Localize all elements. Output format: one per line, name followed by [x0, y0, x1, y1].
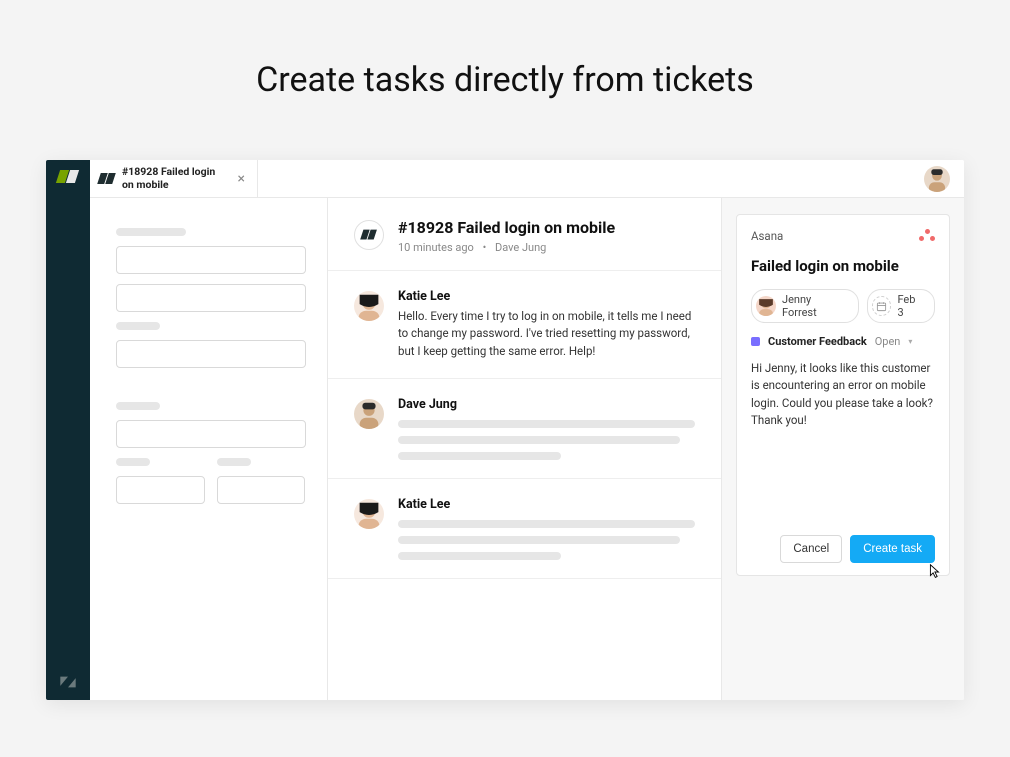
ticket-meta: 10 minutes ago • Dave Jung [398, 241, 615, 254]
asana-assignee-chip[interactable]: Jenny Forrest [751, 289, 859, 323]
avatar [354, 499, 384, 529]
asana-due-date: Feb 3 [897, 293, 924, 319]
ticket-tab[interactable]: #18928 Failed login on mobile × [90, 160, 258, 197]
create-task-button[interactable]: Create task [850, 535, 935, 563]
message-author: Dave Jung [398, 397, 695, 412]
current-user-avatar[interactable] [924, 166, 950, 192]
cursor-pointer-icon [925, 563, 943, 581]
asana-logo-icon [919, 229, 935, 243]
conversation-message: Katie Lee Hello. Every time I try to log… [328, 271, 721, 379]
project-color-swatch [751, 337, 760, 346]
asana-provider-label: Asana [751, 229, 783, 243]
conversation-message: Katie Lee [328, 479, 721, 579]
ticket-source-icon [354, 220, 384, 250]
ticket-properties-panel [90, 198, 328, 700]
field-label-placeholder [116, 228, 186, 236]
field-input-placeholder[interactable] [116, 476, 205, 504]
avatar [354, 291, 384, 321]
field-input-placeholder[interactable] [116, 340, 306, 368]
field-label-placeholder [116, 458, 150, 466]
asana-due-date-chip[interactable]: Feb 3 [867, 289, 935, 323]
message-text-placeholder [398, 420, 695, 460]
conversation-message: Dave Jung [328, 379, 721, 479]
asana-create-task-card: Asana Failed login on mobile Jenny Forre… [736, 214, 950, 576]
close-tab-icon[interactable]: × [234, 171, 249, 187]
message-author: Katie Lee [398, 289, 695, 304]
field-label-placeholder [116, 402, 160, 410]
asana-project-row[interactable]: Customer Feedback Open ▾ [751, 335, 935, 348]
zendesk-app-window: #18928 Failed login on mobile × [46, 160, 964, 700]
zendesk-logo-icon[interactable] [57, 168, 79, 186]
ticket-requester: Dave Jung [495, 241, 546, 254]
asana-task-title[interactable]: Failed login on mobile [751, 257, 935, 275]
top-search-area [258, 160, 964, 197]
ticket-tab-icon [98, 172, 116, 186]
asana-description[interactable]: Hi Jenny, it looks like this customer is… [751, 360, 935, 429]
field-input-placeholder[interactable] [116, 246, 306, 274]
field-label-placeholder [116, 322, 160, 330]
field-label-placeholder [217, 458, 251, 466]
page-heading: Create tasks directly from tickets [0, 60, 1010, 100]
top-bar: #18928 Failed login on mobile × [90, 160, 964, 198]
chevron-down-icon: ▾ [908, 337, 912, 346]
message-author: Katie Lee [398, 497, 695, 512]
ticket-header: #18928 Failed login on mobile 10 minutes… [328, 198, 721, 271]
avatar [756, 296, 776, 316]
ticket-conversation-panel: #18928 Failed login on mobile 10 minutes… [328, 198, 722, 700]
meta-separator: • [477, 241, 493, 254]
ticket-time: 10 minutes ago [398, 241, 474, 254]
apps-panel: Asana Failed login on mobile Jenny Forre… [722, 198, 964, 700]
ticket-title: #18928 Failed login on mobile [398, 218, 615, 237]
calendar-icon [872, 296, 892, 316]
field-input-placeholder[interactable] [116, 420, 306, 448]
field-input-placeholder[interactable] [116, 284, 306, 312]
ticket-tab-title: #18928 Failed login on mobile [122, 166, 228, 190]
asana-status-label: Open [875, 335, 901, 348]
cancel-button[interactable]: Cancel [780, 535, 842, 563]
asana-project-name: Customer Feedback [768, 335, 867, 348]
avatar [354, 399, 384, 429]
message-text-placeholder [398, 520, 695, 560]
asana-assignee-name: Jenny Forrest [782, 293, 848, 319]
left-rail [46, 160, 90, 700]
field-input-placeholder[interactable] [217, 476, 306, 504]
message-text: Hello. Every time I try to log in on mob… [398, 308, 695, 360]
zendesk-z-icon[interactable] [58, 672, 78, 692]
